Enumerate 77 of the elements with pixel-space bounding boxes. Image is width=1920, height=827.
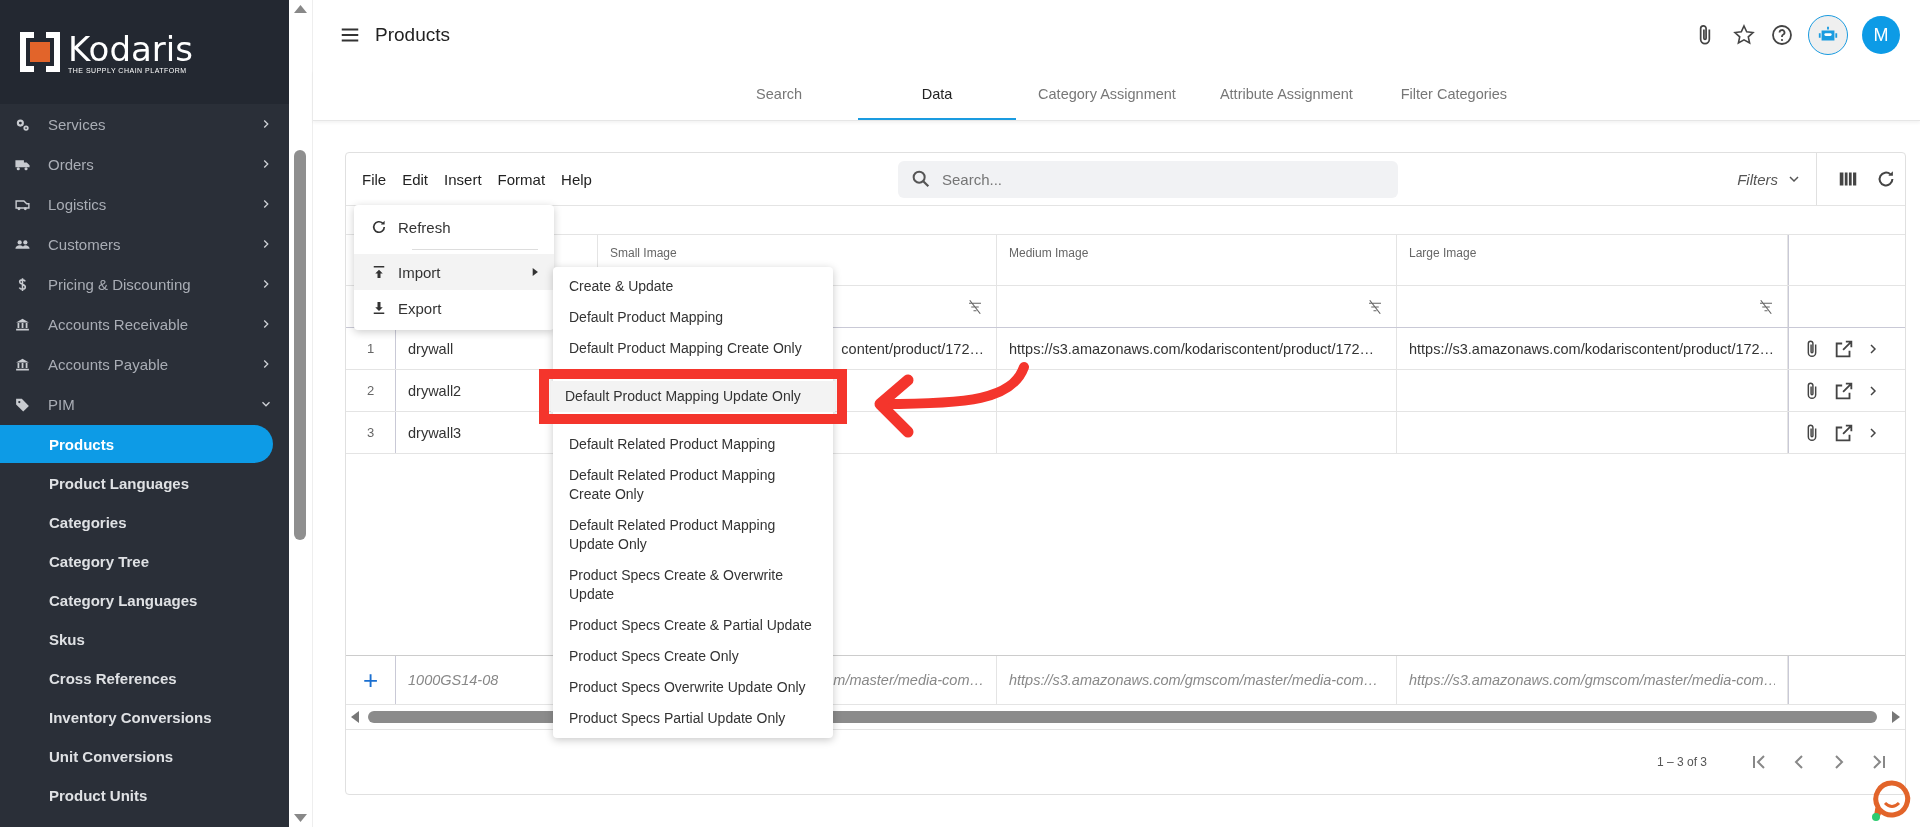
menu-option[interactable]: Create & Update (553, 271, 833, 302)
sidebar-subitem[interactable]: Inventory Conversions (0, 698, 273, 736)
table-cell: 1000GS14-08 (408, 672, 499, 688)
menu-option[interactable]: Export (354, 290, 554, 326)
menu-option[interactable]: Default Product Mapping Create Only (553, 333, 833, 364)
sidebar-subitem[interactable]: Categories (0, 503, 273, 541)
refresh-icon (370, 218, 388, 236)
row-number: 1 (366, 341, 375, 356)
menu-item[interactable]: Help (553, 166, 600, 192)
sidebar-subitem[interactable]: Category Languages (0, 581, 273, 619)
tab[interactable]: Search (700, 70, 859, 120)
column-header[interactable]: Medium Image (1009, 246, 1089, 260)
menu-option[interactable]: Product Specs Create Only (553, 641, 833, 672)
menu-option[interactable]: Default Related Product Mapping Update Only (553, 510, 833, 560)
sidebar-item[interactable]: Customers (0, 224, 289, 264)
table-cell: m/master/media-com… (833, 672, 984, 688)
sidebar-item[interactable]: Pricing & Discounting (0, 264, 289, 304)
scroll-right-icon[interactable] (1891, 710, 1901, 724)
help-icon[interactable] (1770, 23, 1794, 47)
row-number: 3 (366, 425, 375, 440)
filters-dropdown[interactable]: Filters (1731, 169, 1816, 189)
tab[interactable]: Attribute Assignment (1197, 70, 1375, 120)
scrollbar-thumb[interactable] (294, 150, 306, 540)
menu-option[interactable]: Product Specs Partial Update Only (553, 703, 833, 734)
menu-item[interactable]: Insert (436, 166, 490, 192)
sidebar-subitem[interactable]: Unit Conversions (0, 737, 273, 775)
filter-off-icon[interactable] (1757, 297, 1775, 316)
sidebar-item[interactable]: Services (0, 104, 289, 144)
tab[interactable]: Data (858, 70, 1017, 120)
menu-option[interactable]: Product Specs Create & Partial Update (553, 610, 833, 641)
table-cell: drywall (408, 340, 454, 357)
menu-option[interactable]: Product Specs Create & Overwrite Update (553, 560, 833, 610)
page-range: 1 – 3 of 3 (1656, 755, 1707, 769)
star-icon[interactable] (1732, 23, 1756, 47)
sidebar-subitem[interactable]: Skus (0, 620, 273, 658)
table-cell: drywall2 (408, 382, 462, 399)
menu-item[interactable]: Edit (394, 166, 437, 192)
sidebar-item[interactable]: Accounts Receivable (0, 304, 289, 344)
sidebar-item[interactable]: Orders (0, 144, 289, 184)
menu-option[interactable]: Default Related Product Mapping Create Only (553, 460, 833, 510)
menu-item[interactable]: Format (489, 166, 554, 192)
sidebar-item[interactable]: PIM (0, 384, 289, 424)
sidebar-subitem[interactable]: Product Languages (0, 464, 273, 502)
menu-option[interactable]: Import (354, 254, 554, 290)
table-cell: content/product/172… (841, 340, 984, 357)
filter-off-icon[interactable] (966, 297, 984, 316)
logo-name: Kodaris (68, 30, 193, 67)
table-cell: https://s3.amazonaws.com/gmscom/master/media-com… (1409, 672, 1775, 688)
scroll-down-icon[interactable] (293, 813, 308, 823)
add-row-button[interactable]: + (362, 664, 379, 696)
column-header[interactable]: Small Image (610, 246, 677, 260)
menu-option[interactable]: Refresh (354, 209, 554, 245)
scroll-up-icon[interactable] (293, 4, 308, 14)
page-title: Products (375, 24, 451, 46)
filter-off-icon[interactable] (1366, 297, 1384, 316)
sidebar-subitem[interactable]: Category Tree (0, 542, 273, 580)
menu-item[interactable]: File (354, 166, 395, 192)
search-field[interactable]: Search... (898, 160, 1398, 198)
sidebar-subitem[interactable]: Cross References (0, 659, 273, 697)
menu-option[interactable]: Default Product Mapping (553, 302, 833, 333)
tab[interactable]: Filter Categories (1374, 70, 1533, 120)
sidebar-item[interactable]: Logistics (0, 184, 289, 224)
sidebar-item[interactable]: Accounts Payable (0, 344, 289, 384)
menu-option[interactable]: Product Specs Overwrite Update Only (553, 672, 833, 703)
table-cell: https://s3.amazonaws.com/kodariscontent/product/172… (1409, 340, 1775, 357)
menu-option[interactable]: Default Product Mapping Update Only (551, 381, 835, 412)
tab[interactable]: Category Assignment (1016, 70, 1198, 120)
table-cell: drywall3 (408, 424, 462, 441)
menu-option[interactable]: Default Related Product Mapping (553, 429, 833, 460)
assistant-button[interactable] (1808, 15, 1848, 55)
column-header[interactable]: Large Image (1409, 246, 1477, 260)
table-cell: https://s3.amazonaws.com/kodariscontent/product/172… (1009, 340, 1375, 357)
logo-icon (18, 30, 62, 74)
table-cell: https://s3.amazonaws.com/gmscom/master/media-com… (1009, 672, 1379, 688)
scroll-left-icon[interactable] (350, 710, 360, 724)
row-number: 2 (366, 383, 375, 398)
sidebar-subitem[interactable]: Product Units (0, 776, 273, 814)
